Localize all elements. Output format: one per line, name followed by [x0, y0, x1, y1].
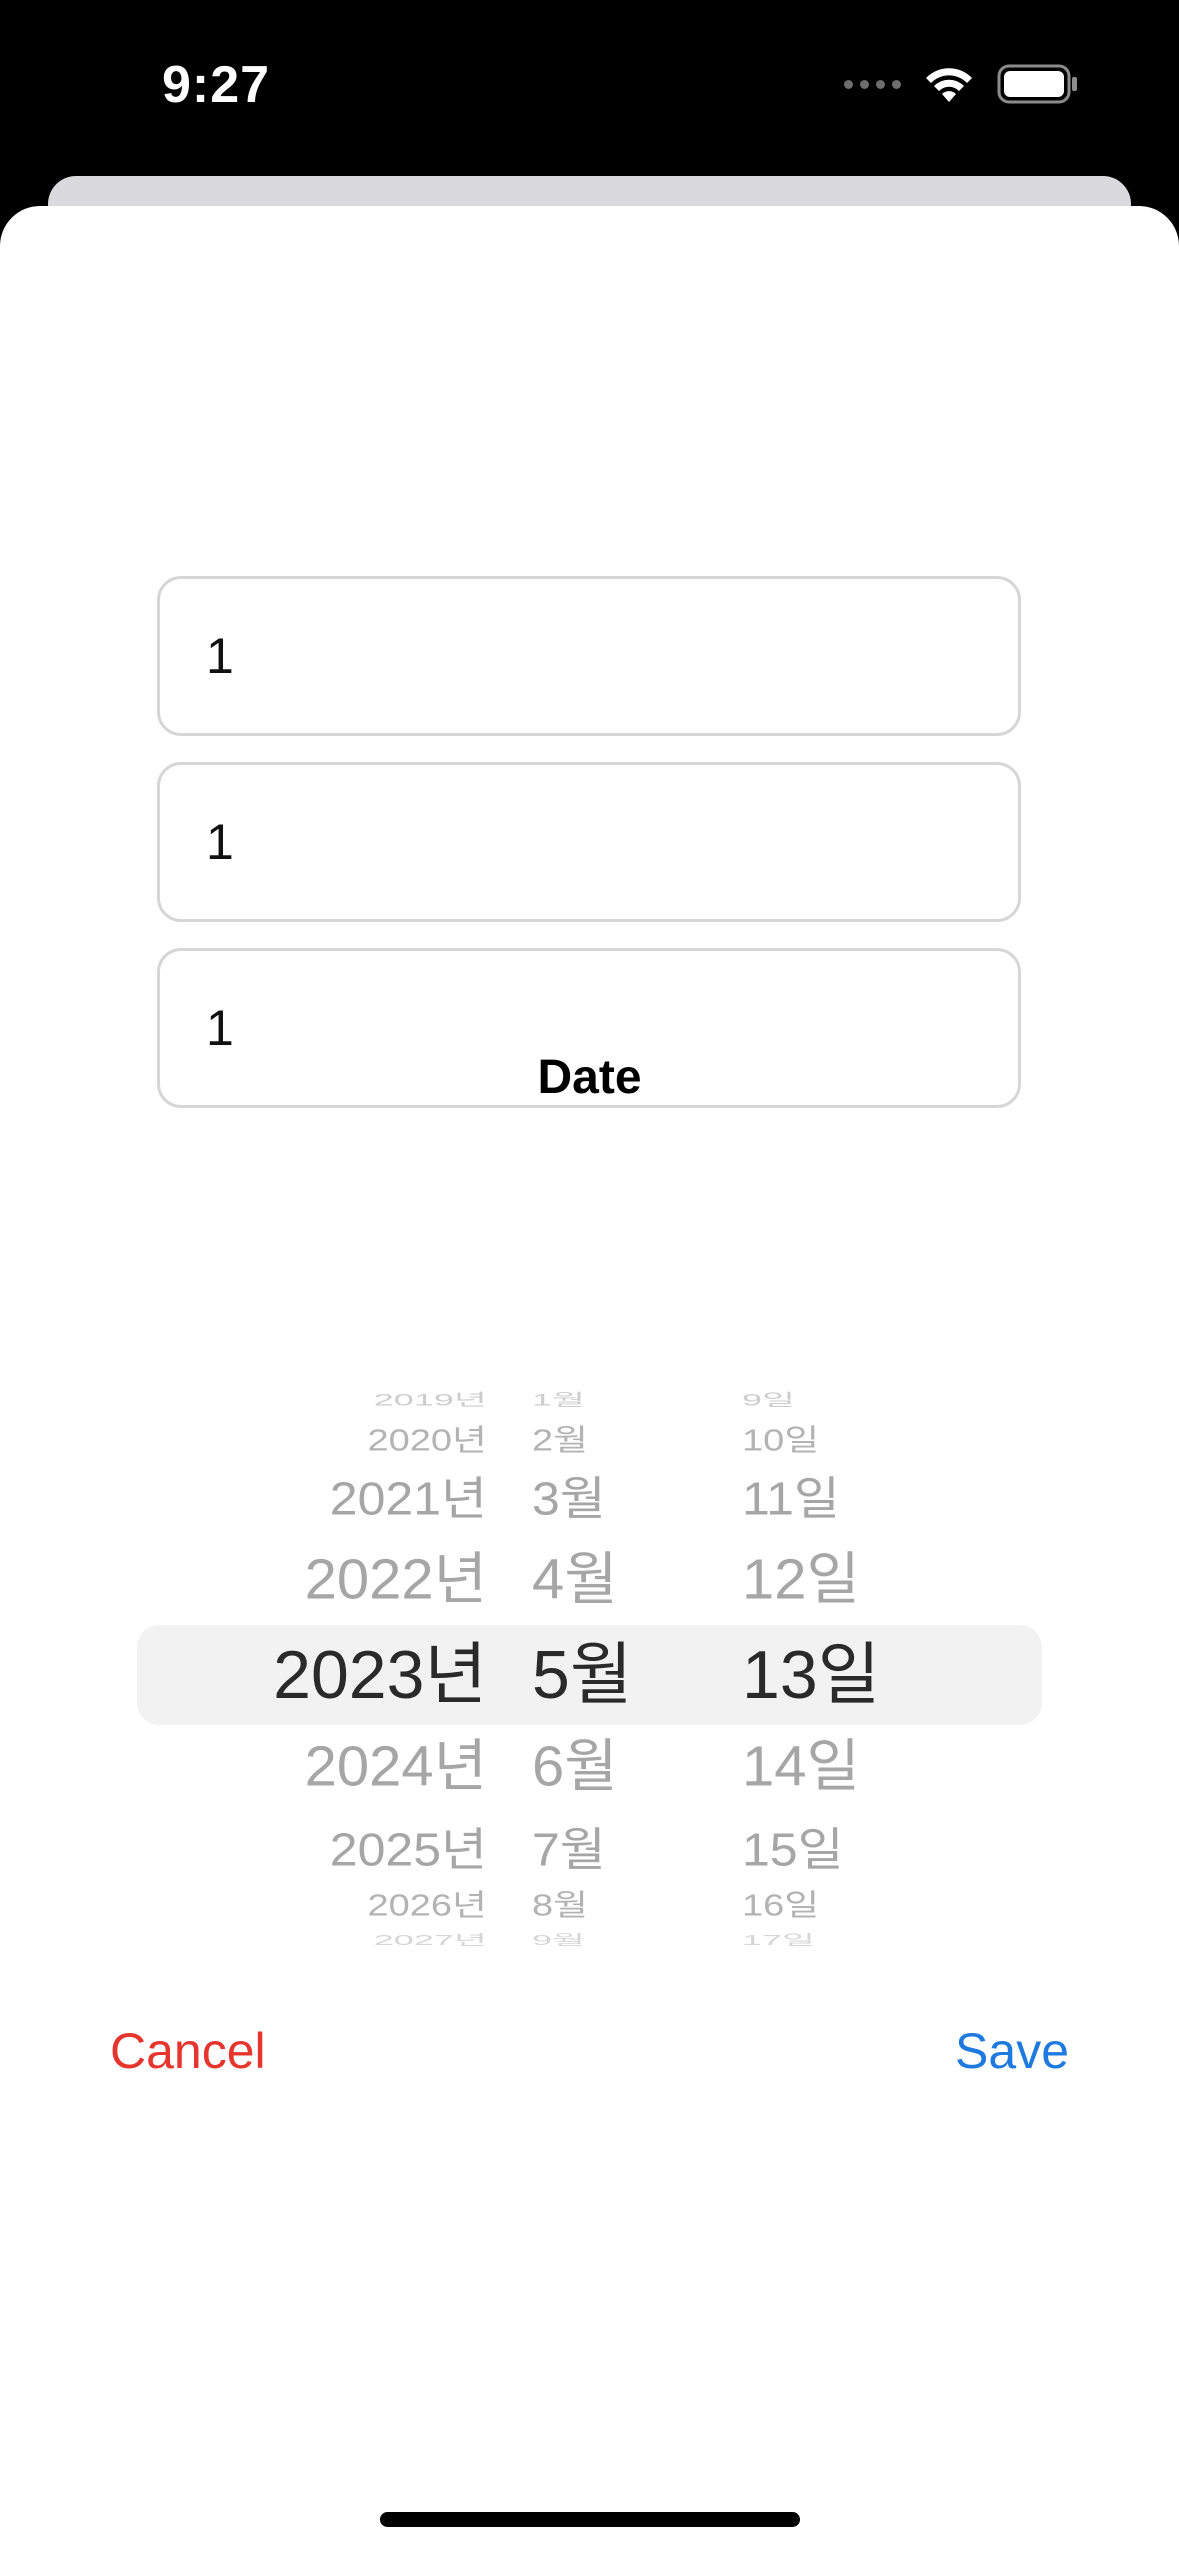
battery-icon [997, 64, 1077, 104]
picker-item-day[interactable]: 17일 [742, 1933, 815, 1947]
picker-item-day[interactable]: 12일 [742, 1551, 860, 1609]
picker-item-day[interactable]: 13일 [742, 1641, 880, 1709]
picker-item-day[interactable]: 9일 [742, 1392, 795, 1408]
picker-item-month[interactable]: 6월 [532, 1738, 618, 1796]
picker-item-day[interactable]: 11일 [742, 1476, 840, 1522]
date-label: Date [537, 1051, 642, 1104]
picker-item-day[interactable]: 10일 [742, 1426, 819, 1456]
status-icons [844, 64, 1079, 104]
picker-item-day[interactable]: 15일 [742, 1827, 844, 1873]
status-time: 9:27 [162, 56, 271, 114]
picker-item-year[interactable]: 2026년 [368, 1891, 488, 1921]
picker-item-month[interactable]: 9월 [532, 1933, 585, 1947]
picker-item-month[interactable]: 7월 [532, 1827, 606, 1873]
wifi-icon [926, 68, 972, 102]
picker-item-year[interactable]: 2024년 [305, 1738, 487, 1796]
text-field-3-value: 1 [206, 1000, 234, 1056]
picker-item-year[interactable]: 2025년 [330, 1827, 487, 1873]
status-bar: 9:27 [0, 0, 1179, 175]
screen: 9:27 1 1 1 Date 2019년 2020년 2021년 2022년 … [0, 0, 1179, 2556]
save-button[interactable]: Save [955, 2022, 1069, 2080]
text-field-1[interactable]: 1 [157, 576, 1021, 736]
picker-item-year[interactable]: 2027년 [374, 1933, 487, 1947]
picker-column-day[interactable]: 9일 10일 11일 12일 13일 14일 15일 16일 17일 [0, 1195, 1179, 1947]
cancel-button[interactable]: Cancel [110, 2022, 266, 2080]
text-field-2[interactable]: 1 [157, 762, 1021, 922]
text-field-2-value: 1 [206, 814, 234, 870]
date-picker[interactable]: 2019년 2020년 2021년 2022년 2023년 2024년 2025년 2026년… [0, 1195, 1179, 1947]
home-indicator [380, 2512, 800, 2527]
cellular-dots-icon [844, 79, 901, 89]
picker-item-month[interactable]: 8월 [532, 1891, 588, 1921]
text-field-1-value: 1 [206, 628, 234, 684]
picker-item-day[interactable]: 14일 [742, 1738, 860, 1796]
picker-item-day[interactable]: 16일 [742, 1891, 819, 1921]
